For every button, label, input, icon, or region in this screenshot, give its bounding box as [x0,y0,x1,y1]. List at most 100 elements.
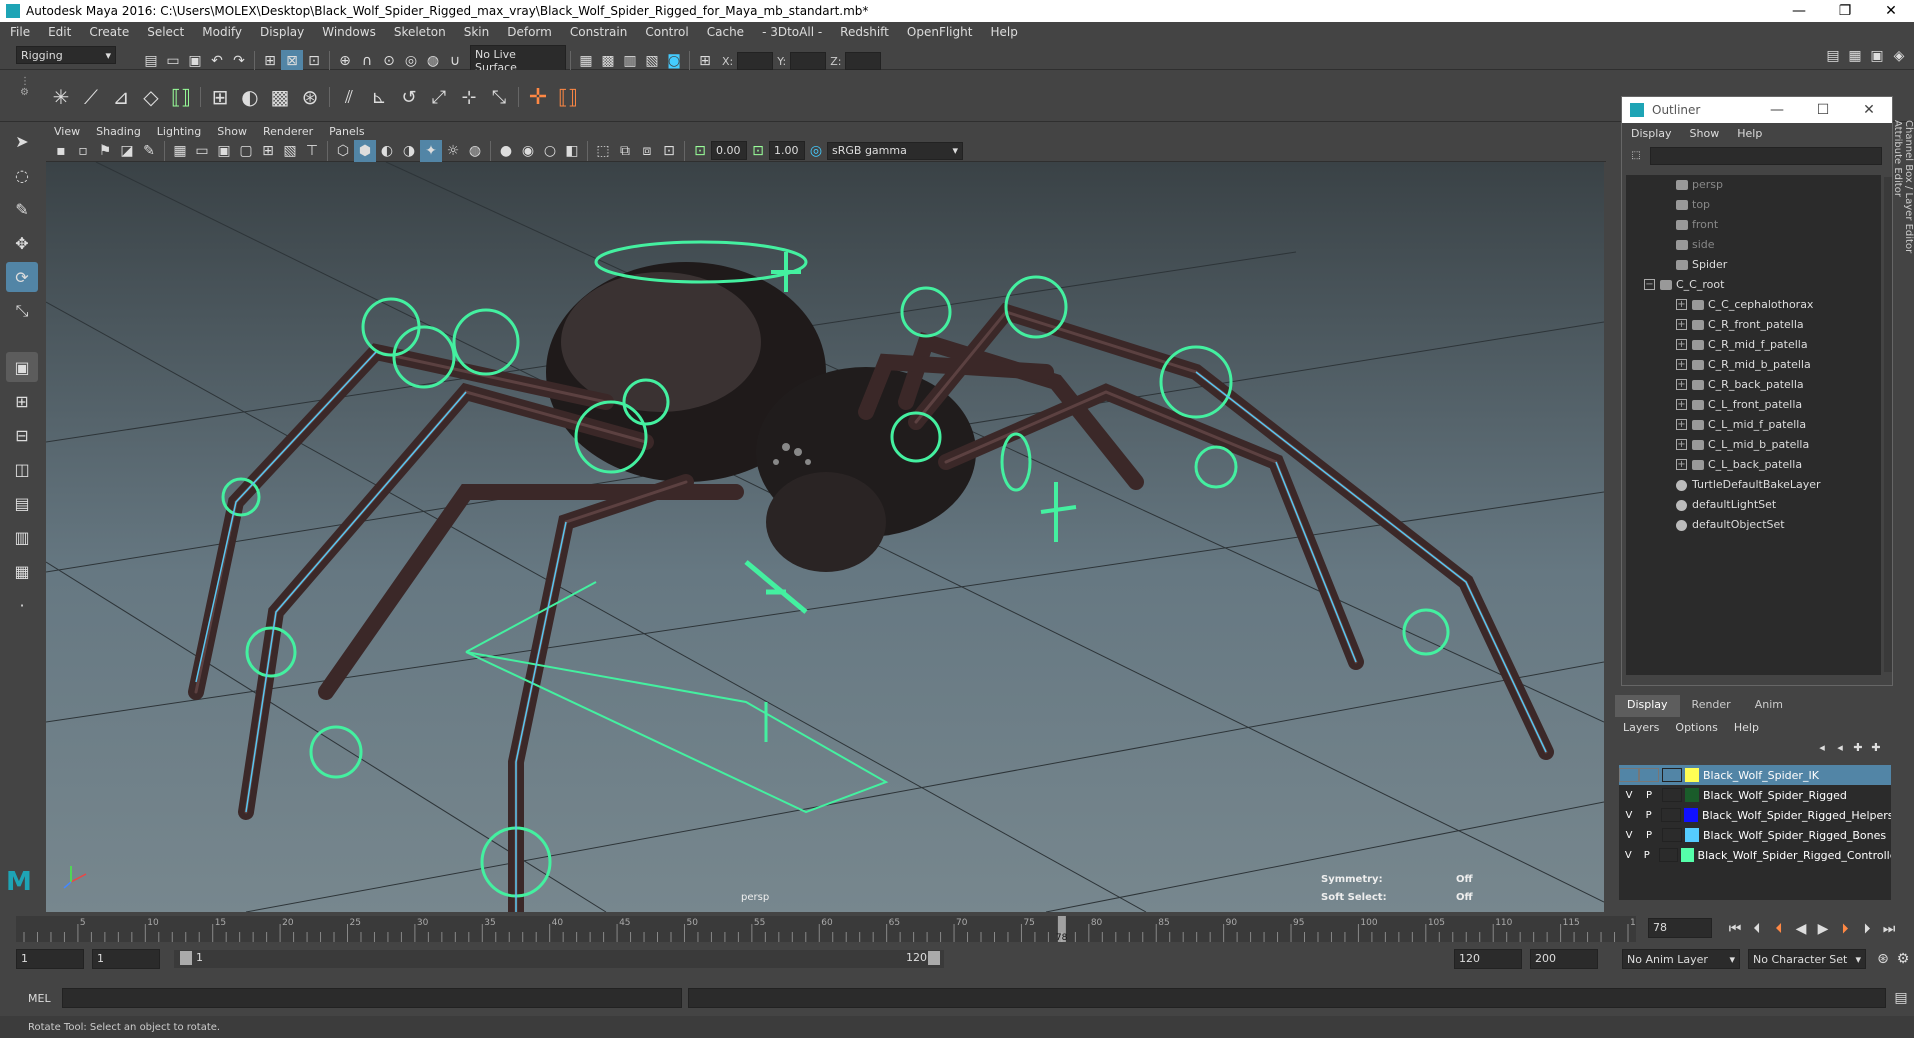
paint-select-icon[interactable]: ✎ [6,194,38,224]
menu-item-skin[interactable]: Skin [454,25,498,39]
snap-view-icon[interactable]: ◎ [400,50,422,72]
menuset-dropdown[interactable]: Rigging ▾ [16,46,116,64]
new-layer-icon[interactable]: ✚ [1849,739,1867,755]
gamma-field[interactable]: 1.00 [769,141,805,160]
outliner-item[interactable]: Spider [1626,255,1881,275]
layer-color-swatch[interactable] [1685,788,1699,802]
step-forward-frame-icon[interactable]: ⏵ [1834,918,1856,940]
menu-item-redshift[interactable]: Redshift [830,25,897,39]
smooth-shade-icon[interactable]: ⬢ [354,139,376,162]
lasso-tool-icon[interactable]: ◌ [6,160,38,190]
expand-icon[interactable]: + [1676,419,1687,430]
menu-item-help[interactable]: Help [980,25,1025,39]
modeling-toolkit-icon[interactable]: ▤ [1822,45,1844,67]
outliner-menu-show[interactable]: Show [1681,127,1729,140]
outliner-menu-help[interactable]: Help [1728,127,1771,140]
outliner-item[interactable]: TurtleDefaultBakeLayer [1626,475,1881,495]
shelf-tab-menu-icon[interactable]: ⋮ ⚙ [20,76,32,116]
insert-joint-icon[interactable]: ⟋ [76,82,106,112]
menu-item-display[interactable]: Display [250,25,312,39]
layer-row[interactable]: V P Black_Wolf_Spider_Rigged_Helpers [1619,805,1891,825]
snap-grid-icon[interactable]: ⊕ [334,50,356,72]
expand-icon[interactable]: + [1676,299,1687,310]
orient-constraint-icon[interactable]: ↺ [394,82,424,112]
expand-icon[interactable]: + [1676,359,1687,370]
exposure-field[interactable]: 0.00 [711,141,747,160]
gate-mask-icon[interactable]: ▢ [235,140,257,162]
outliner-item[interactable]: + C_C_cephalothorax [1626,295,1881,315]
anim-layer-dropdown[interactable]: No Anim Layer ▾ [1622,949,1740,969]
snap-point-icon[interactable]: ⊙ [378,50,400,72]
end-time-field[interactable]: 200 [1530,949,1598,969]
character-set-dropdown[interactable]: No Character Set ▾ [1748,949,1866,969]
command-input[interactable] [62,988,682,1008]
visibility-toggle[interactable] [1619,768,1639,782]
layout-graph-icon[interactable]: ▤ [6,488,38,518]
display-type-toggle[interactable] [1662,828,1682,842]
range-start-handle[interactable] [180,951,192,965]
xray-icon[interactable]: ◧ [561,140,583,162]
render-settings-icon[interactable]: ▧ [641,50,663,72]
camera-attr-icon[interactable]: ▫ [72,140,94,162]
outliner-item[interactable]: defaultObjectSet [1626,515,1881,535]
visibility-toggle[interactable]: V [1619,850,1637,861]
x-field[interactable] [737,52,774,70]
outliner-item[interactable]: defaultLightSet [1626,495,1881,515]
move-layer-down-icon[interactable]: ◂ [1831,739,1849,755]
outliner-item[interactable]: + C_L_front_patella [1626,395,1881,415]
time-slider-track[interactable]: 5 10 15 20 25 30 35 40 45 50 55 60 65 70 75 80 85 90 95 100… [16,916,1647,943]
multisample-icon[interactable]: ◉ [517,140,539,162]
viewport-menu-show[interactable]: Show [209,125,255,138]
resolution-gate-icon[interactable]: ▣ [213,140,235,162]
filter-icon[interactable]: ⬚ [1628,147,1644,163]
layout-more-icon[interactable]: · [6,590,38,620]
save-scene-icon[interactable]: ▣ [184,50,206,72]
outliner-item[interactable]: − C_C_root [1626,275,1881,295]
xray-joints-icon[interactable]: ⧉ [614,140,636,162]
layer-color-swatch[interactable] [1685,768,1699,782]
outliner-item[interactable]: side [1626,235,1881,255]
new-layer-selected-icon[interactable]: ✚ [1867,739,1885,755]
cluster-icon[interactable]: ⊛ [295,82,325,112]
display-type-toggle[interactable] [1662,768,1682,782]
outliner-item[interactable]: + C_L_back_patella [1626,455,1881,475]
image-plane-icon[interactable]: ◪ [116,140,138,162]
display-type-toggle[interactable] [1662,788,1682,802]
select-tool-icon[interactable]: ➤ [6,126,38,156]
outliner-maximize-button[interactable]: ☐ [1800,102,1846,118]
layer-row[interactable]: Black_Wolf_Spider_IK [1619,765,1891,785]
outliner-item[interactable]: + C_R_back_patella [1626,375,1881,395]
colorspace-dropdown[interactable]: sRGB gamma ▾ [827,141,963,160]
bookmark-icon[interactable]: ⚑ [94,140,116,162]
menu-item-skeleton[interactable]: Skeleton [384,25,454,39]
attribute-editor-tab[interactable]: Attribute Editor [1892,120,1903,450]
menu-item-select[interactable]: Select [137,25,192,39]
paint-weights-icon[interactable]: ◐ [235,82,265,112]
menu-item-constrain[interactable]: Constrain [560,25,636,39]
transform-input-icon[interactable]: ⊞ [694,50,716,72]
current-frame-field[interactable]: 78 [1648,918,1712,938]
perspective-viewport[interactable]: persp Symmetry: Off Soft Select: Off [46,162,1604,912]
outliner-item[interactable]: + C_R_front_patella [1626,315,1881,335]
range-bar[interactable]: 1 120 [174,950,944,968]
layout-timeline-icon[interactable]: ▦ [6,556,38,586]
film-gate-icon[interactable]: ▭ [191,140,213,162]
isolate-select-icon[interactable]: ⬚ [592,140,614,162]
pole-vector-icon[interactable]: ⤡ [484,82,514,112]
step-back-key-icon[interactable]: ⏴ [1746,918,1768,940]
visibility-toggle[interactable]: V [1619,810,1639,821]
layer-color-swatch[interactable] [1684,808,1699,822]
outliner-item[interactable]: persp [1626,175,1881,195]
playback-toggle[interactable]: P [1637,850,1655,861]
layer-row[interactable]: V P Black_Wolf_Spider_Rigged_Bones [1619,825,1891,845]
menu-item-modify[interactable]: Modify [192,25,250,39]
outliner-close-button[interactable]: ✕ [1846,102,1892,118]
select-object-icon[interactable]: ⊠ [281,50,303,72]
menu-item-file[interactable]: File [0,25,38,39]
open-scene-icon[interactable]: ▭ [162,50,184,72]
maximize-button[interactable]: ❐ [1822,0,1868,22]
move-tool-icon[interactable]: ✥ [6,228,38,258]
curve-control-icon[interactable]: ⟦⟧ [553,82,583,112]
snap-surface-icon[interactable]: ◍ [422,50,444,72]
grid-icon[interactable]: ▦ [169,140,191,162]
